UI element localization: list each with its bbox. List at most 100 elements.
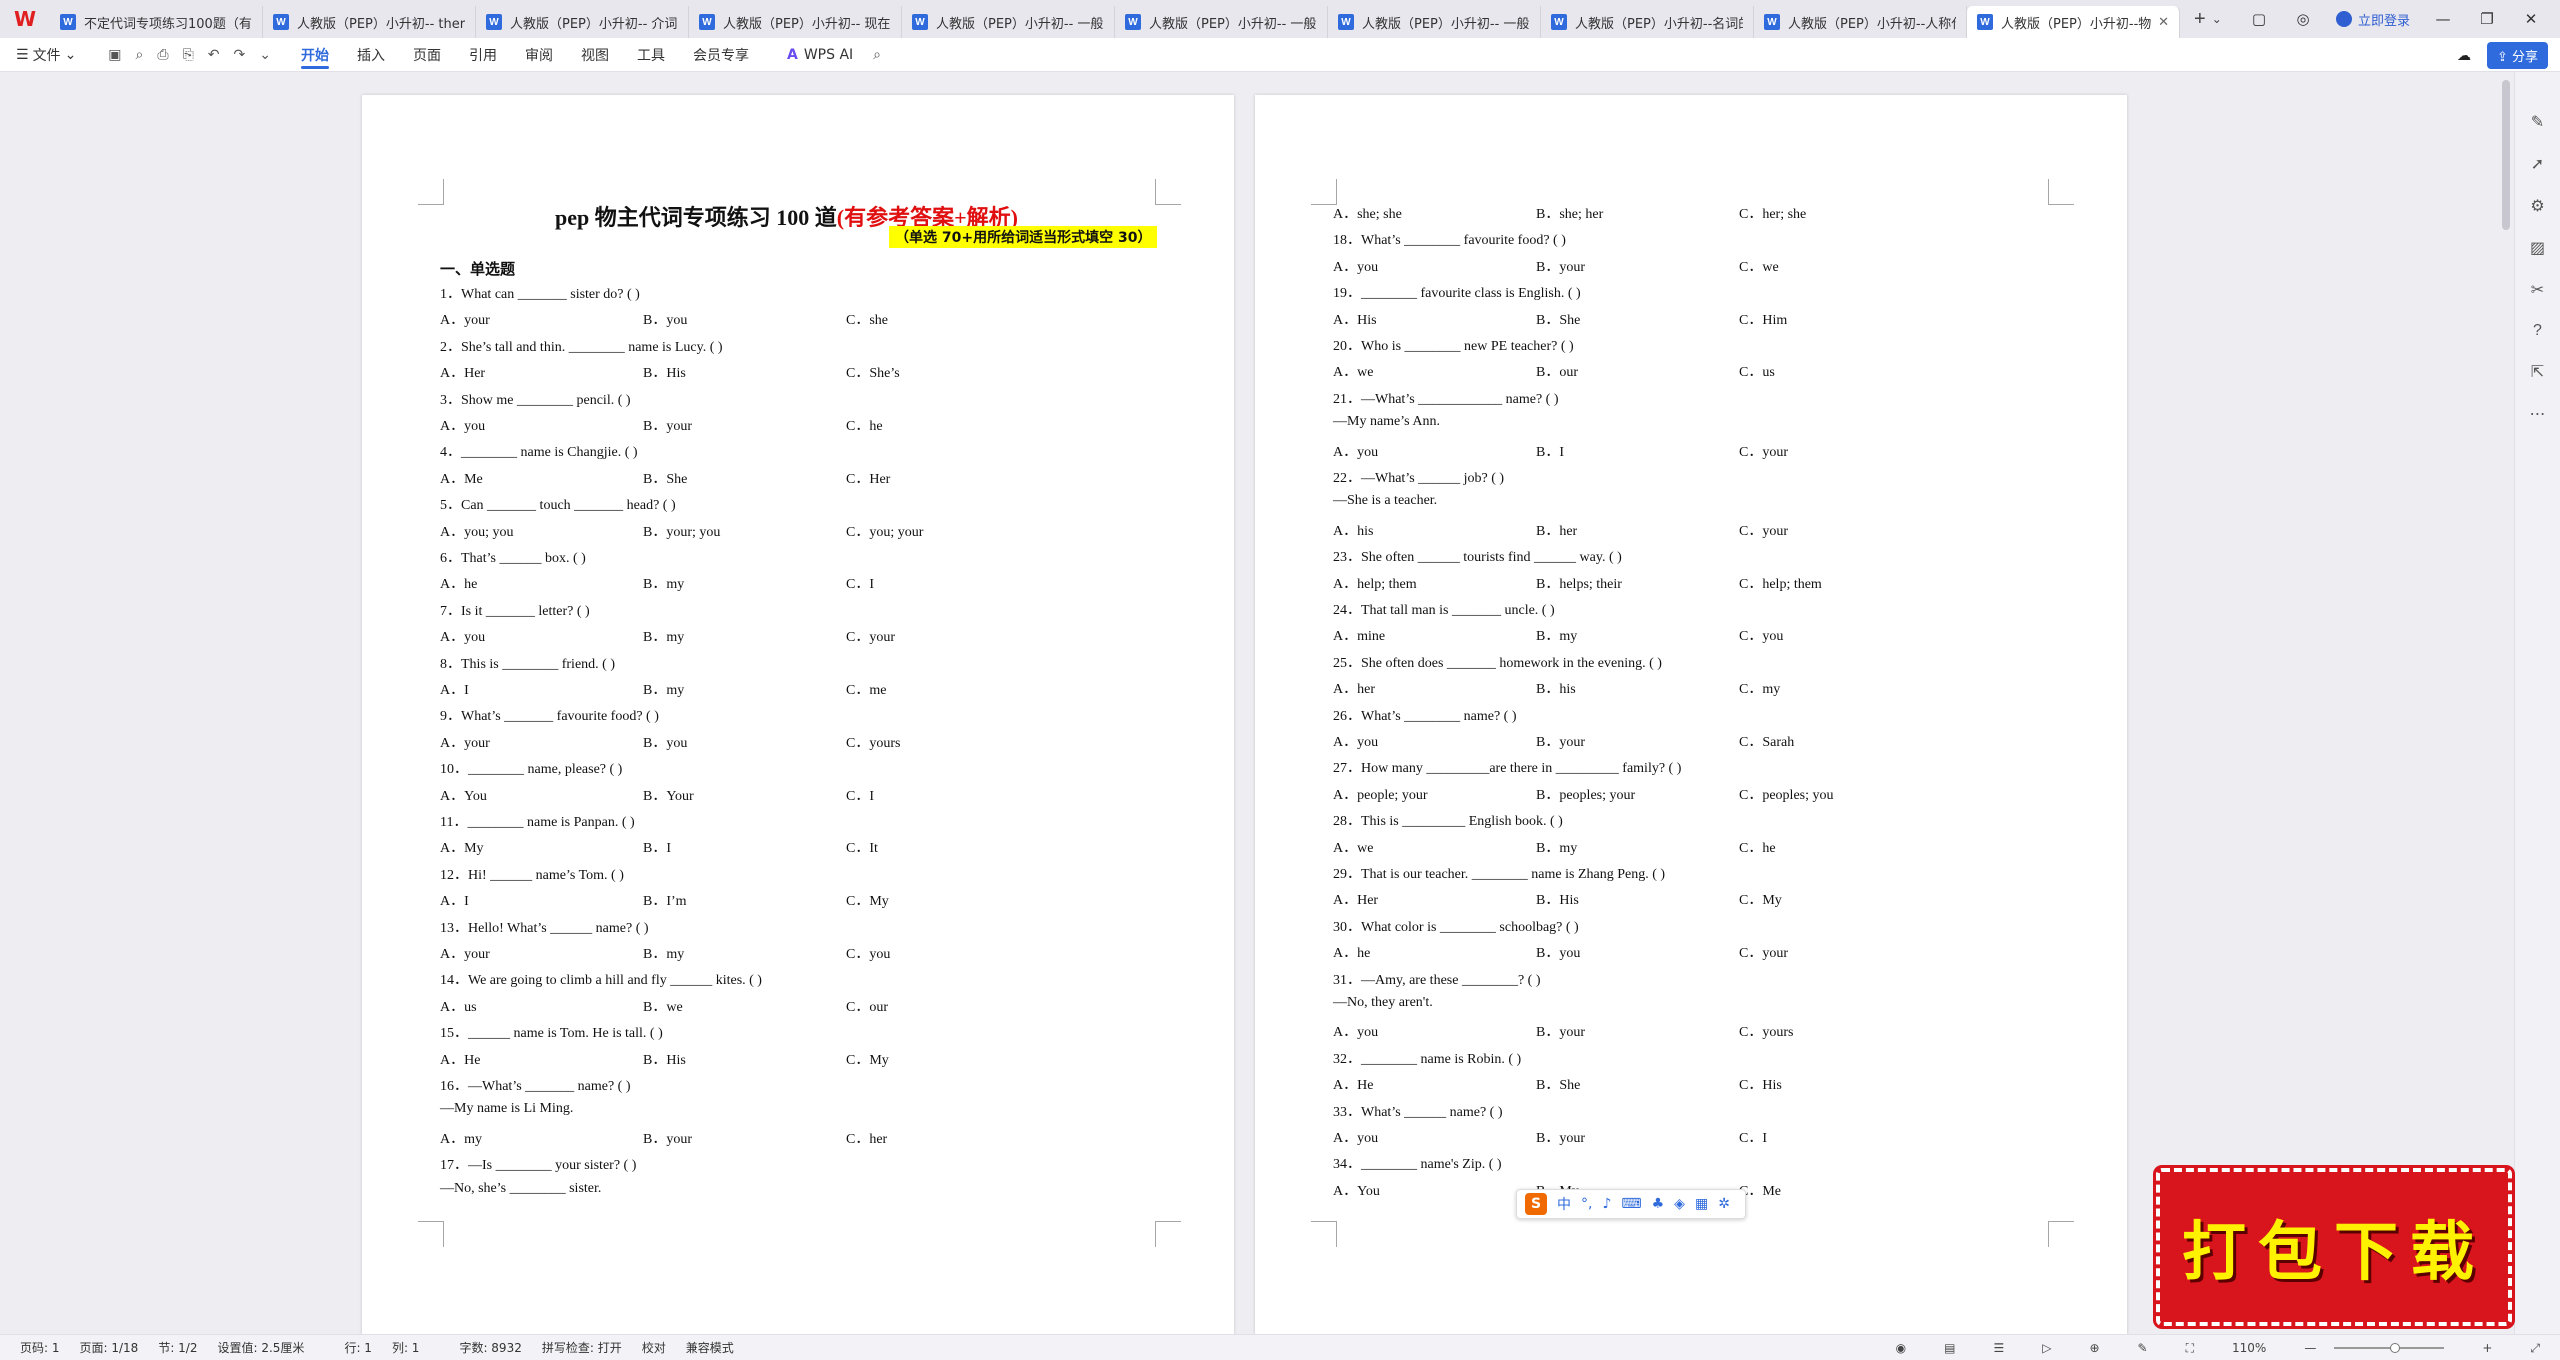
zoom-level[interactable]: 110% [2232, 1341, 2266, 1355]
help-icon[interactable]: ? [2533, 322, 2542, 340]
share-icon[interactable]: ⇱ [2531, 362, 2544, 382]
menu-tab-2[interactable]: 页面 [399, 38, 455, 72]
tab-8[interactable]: W 人教版（PEP）小升初--人称代词 [1754, 6, 1967, 38]
minimize-icon[interactable]: — [2432, 10, 2454, 28]
status-compat: 兼容模式 [685, 1341, 734, 1355]
keyboard-icon[interactable]: ⌨ [1621, 1196, 1641, 1212]
login-button[interactable]: 立即登录 [2335, 10, 2410, 29]
more-icon[interactable]: ⋯ [2530, 404, 2546, 424]
pen-icon[interactable]: ✎ [2531, 112, 2544, 132]
answer-option: A．I [440, 894, 469, 910]
cloud-icon[interactable]: ☁ [2457, 48, 2471, 64]
question-line: 30．What color is ________ schoolbag? ( ) [1333, 919, 1579, 935]
share-icon: ⇪ [2496, 50, 2512, 65]
tab-1[interactable]: W 人教版（PEP）小升初-- there be [263, 6, 476, 38]
ime-punct-icon[interactable]: °, [1581, 1196, 1592, 1212]
answer-option: B．you [643, 735, 688, 751]
print-icon[interactable]: ⎙ [157, 47, 168, 63]
menu-tab-1[interactable]: 插入 [343, 38, 399, 72]
tab-6[interactable]: W 人教版（PEP）小升初-- 一般现在时 [1328, 6, 1541, 38]
wps-logo-icon[interactable]: W [0, 0, 50, 38]
word-doc-icon: W [1764, 14, 1780, 30]
tools-icon[interactable]: ✂ [2531, 280, 2544, 300]
answer-option: C．I [846, 577, 874, 593]
file-menu[interactable]: ☰ 文件 ⌄ [0, 45, 92, 65]
menu-tab-3[interactable]: 引用 [455, 38, 511, 72]
close-window-icon[interactable]: ✕ [2520, 10, 2542, 28]
web-view-icon[interactable]: ⊕ [2089, 1341, 2099, 1355]
zoom-slider[interactable] [2334, 1343, 2445, 1353]
status-spell[interactable]: 拼写检查: 打开 [542, 1339, 622, 1356]
theme-icon[interactable]: ◎ [2292, 10, 2314, 28]
apps-icon[interactable]: ▦ [1695, 1196, 1708, 1212]
image-icon[interactable]: ▨ [2530, 238, 2545, 258]
fit-icon[interactable]: ⛶ [2186, 1341, 2194, 1356]
zoom-out-icon[interactable]: — [2304, 1341, 2316, 1355]
tab-bar: W W 不定代词专项练习100题（有答案） W 人教版（PEP）小升初-- there… [0, 0, 2560, 38]
tab-4[interactable]: W 人教版（PEP）小升初-- 一般过去时 [902, 6, 1115, 38]
save-icon[interactable]: ▣ [108, 47, 121, 63]
edit-icon[interactable]: ✎ [2138, 1341, 2148, 1355]
tab-3[interactable]: W 人教版（PEP）小升初-- 现在进行时 [689, 6, 902, 38]
menu-tab-7[interactable]: 会员专享 [679, 38, 763, 72]
window-layout-icon[interactable]: ▢ [2248, 10, 2270, 28]
redo-icon[interactable]: ↷ [234, 47, 246, 63]
status-pages[interactable]: 页面: 1/18 [80, 1339, 139, 1356]
tab-7[interactable]: W 人教版（PEP）小升初--名词的复数 [1541, 6, 1754, 38]
question-line: 32．________ name is Robin. ( ) [1333, 1051, 1522, 1067]
status-words[interactable]: 字数: 8932 [459, 1339, 521, 1356]
tab-5[interactable]: W 人教版（PEP）小升初-- 一般将来时 [1115, 6, 1328, 38]
search-doc-icon[interactable]: ⌕ [136, 47, 144, 63]
ime-chinese-icon[interactable]: 中 [1557, 1194, 1571, 1214]
ime-settings-icon[interactable]: ✲ [1718, 1196, 1730, 1212]
tab-9[interactable]: W 人教版（PEP）小升初--物主代词✕ [1967, 6, 2180, 38]
print-preview-icon[interactable]: ⎘ [183, 47, 194, 63]
share-button[interactable]: ⇪ 分享 [2486, 42, 2548, 69]
answer-option: B．my [643, 577, 685, 593]
wps-ai-button[interactable]: A WPS AI [773, 47, 867, 63]
game-icon[interactable]: ◈ [1674, 1196, 1685, 1212]
answer-option: A．your [440, 313, 490, 329]
answer-option: B．my [1536, 629, 1578, 645]
question-line: 17．—Is ________ your sister? ( ) [440, 1158, 637, 1174]
menu-tab-6[interactable]: 工具 [623, 38, 679, 72]
menu-tab-0[interactable]: 开始 [287, 38, 343, 72]
microphone-icon[interactable]: ♪ [1602, 1196, 1611, 1212]
question-line: 10．________ name, please? ( ) [440, 762, 623, 778]
answer-option: C．your [1739, 444, 1788, 460]
new-tab-icon[interactable]: + [2194, 8, 2206, 31]
answer-option: A．you; you [440, 524, 514, 540]
settings-icon[interactable]: ⚙ [2530, 196, 2544, 216]
fullscreen-icon[interactable]: ⤢ [2530, 1341, 2540, 1356]
zoom-knob[interactable] [2390, 1343, 2401, 1353]
question-line: 15．______ name is Tom. He is tall. ( ) [440, 1026, 663, 1042]
select-icon[interactable]: ➚ [2531, 154, 2544, 174]
question-line: —She is a teacher. [1333, 493, 1438, 509]
restore-icon[interactable]: ❐ [2476, 10, 2498, 28]
play-icon[interactable]: ▷ [2042, 1341, 2051, 1355]
vertical-scrollbar[interactable] [2502, 80, 2510, 230]
chevron-down-icon[interactable]: ⌄ [259, 47, 271, 63]
zoom-in-icon[interactable]: + [2482, 1341, 2492, 1355]
section-heading: 一、单选题 [440, 260, 516, 278]
close-tab-icon[interactable]: ✕ [2152, 15, 2169, 30]
outline-icon[interactable]: ☰ [1993, 1341, 2004, 1355]
eye-icon[interactable]: ◉ [1896, 1341, 1906, 1355]
answer-option: C．he [1739, 840, 1776, 856]
page-view-icon[interactable]: ▤ [1944, 1341, 1955, 1355]
ime-toolbar[interactable]: S 中 °, ♪ ⌨ ♣ ◈ ▦ ✲ [1516, 1189, 1746, 1219]
menu-tab-4[interactable]: 审阅 [511, 38, 567, 72]
undo-icon[interactable]: ↶ [208, 47, 220, 63]
tab-0[interactable]: W 不定代词专项练习100题（有答案） [50, 6, 263, 38]
tab-label: 人教版（PEP）小升初--人称代词 [1788, 16, 1956, 32]
menu-tab-5[interactable]: 视图 [567, 38, 623, 72]
search-icon[interactable]: ⌕ [867, 47, 887, 63]
chevron-down-icon[interactable]: ⌄ [2212, 12, 2222, 26]
status-proof[interactable]: 校对 [642, 1339, 666, 1356]
tab-label: 不定代词专项练习100题（有答案） [84, 16, 252, 32]
answer-option: C．It [846, 841, 878, 857]
question-line: 22．—What’s ______ job? ( ) [1333, 471, 1505, 486]
skin-icon[interactable]: ♣ [1652, 1196, 1665, 1212]
answer-option: B．His [643, 1052, 686, 1068]
tab-2[interactable]: W 人教版（PEP）小升初-- 介词专项 [476, 6, 689, 38]
